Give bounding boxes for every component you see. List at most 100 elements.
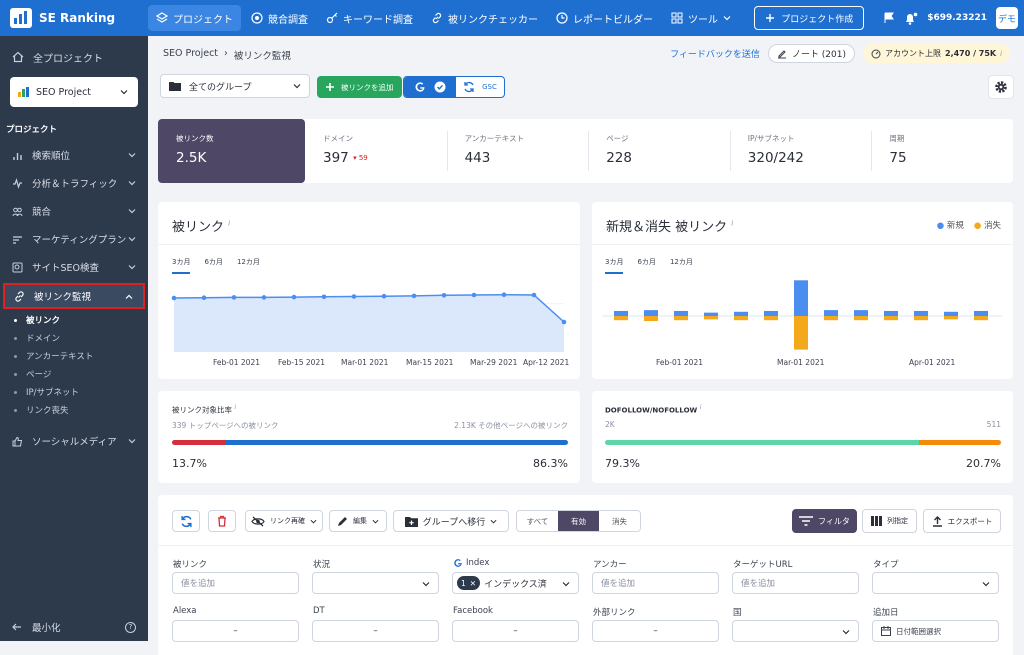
filter-anchor-input[interactable]: 値を追加 — [592, 572, 719, 594]
breadcrumb-separator: › — [224, 48, 228, 59]
sidebar-item-social-media[interactable]: ソーシャルメディア — [0, 427, 148, 455]
create-project-button[interactable]: プロジェクト作成 — [754, 6, 865, 30]
gsc-connect-button[interactable]: GSC — [403, 76, 505, 98]
dofollow-nofollow-card: DOFOLLOW/NOFOLLOW i 2K 511 79.3% 20.7% — [592, 391, 1013, 483]
bullet-icon — [14, 336, 17, 340]
filter-facebook-range[interactable]: – — [452, 620, 579, 642]
sidebar-sub-lost-links[interactable]: リンク喪失 — [0, 401, 148, 419]
sidebar-item-rankings[interactable]: 検索順位 — [0, 141, 148, 169]
data-point — [321, 294, 327, 300]
bar-lost — [794, 316, 808, 350]
filter-dt-range[interactable]: – — [312, 620, 439, 642]
filter-date-range[interactable]: 日付範囲選択 — [872, 620, 999, 642]
seg-lost[interactable]: 消失 — [599, 511, 640, 531]
sidebar-sub-domains[interactable]: ドメイン — [0, 329, 148, 347]
filter-target-url-input[interactable]: 値を追加 — [732, 572, 859, 594]
chevron-down-icon — [723, 16, 731, 21]
tab-6-months[interactable]: 6カ月 — [637, 257, 655, 274]
sidebar-item-analytics[interactable]: 分析＆トラフィック — [0, 169, 148, 197]
nav-tools[interactable]: ツール — [663, 5, 739, 31]
filter-alexa-range[interactable]: – — [172, 620, 299, 642]
filter-country-select[interactable] — [732, 620, 859, 642]
sidebar-item-backlink-monitor[interactable]: 被リンク監視 — [3, 283, 145, 309]
stat-backlinks[interactable]: 被リンク数 2.5K — [158, 119, 305, 183]
google-icon — [454, 559, 462, 567]
filter-type-select[interactable] — [872, 572, 999, 594]
data-point — [501, 292, 507, 297]
sidebar-sub-anchors[interactable]: アンカーテキスト — [0, 347, 148, 365]
nav-backlink-checker[interactable]: 被リンクチェッカー — [423, 5, 546, 31]
legend-label: 消失 — [983, 221, 1001, 231]
delete-button[interactable] — [208, 510, 236, 532]
filter-button[interactable]: フィルタ — [792, 509, 857, 533]
avatar[interactable]: デモ — [996, 7, 1018, 29]
table-divider — [158, 545, 1013, 546]
filter-chip[interactable]: 1 ✕ — [457, 576, 481, 590]
account-balance[interactable]: $699.23221 — [927, 13, 987, 23]
bar-lost — [854, 316, 868, 321]
project-selector[interactable]: SEO Project — [10, 77, 138, 107]
account-limit-badge[interactable]: アカウント上限 2,470 / 75K i — [863, 44, 1010, 63]
add-backlink-label: 被リンクを追加 — [341, 82, 394, 92]
help-icon[interactable]: ? — [125, 621, 136, 633]
sidebar-sub-ip-subnets[interactable]: IP/サブネット — [0, 383, 148, 401]
notes-button[interactable]: ノート (201) — [767, 44, 855, 63]
export-button[interactable]: エクスポート — [923, 509, 1001, 533]
data-point — [201, 295, 207, 300]
filter-index-select[interactable]: 1 ✕ インデックス済 — [452, 572, 579, 594]
edit-dropdown[interactable]: 編集 — [329, 510, 387, 532]
nav-report-builder[interactable]: レポートビルダー — [548, 5, 661, 31]
nav-label: プロジェクト — [173, 14, 233, 26]
brand-logo[interactable]: SE Ranking — [0, 0, 148, 36]
legend-item-new[interactable]: ● 新規 — [937, 219, 964, 231]
nav-projects[interactable]: プロジェクト — [148, 5, 241, 31]
flag-icon[interactable] — [883, 12, 895, 24]
stat-domains[interactable]: ドメイン 397 ▾ 59 — [305, 119, 447, 183]
settings-button[interactable] — [988, 75, 1014, 99]
close-icon[interactable]: ✕ — [470, 579, 476, 588]
group-selector[interactable]: 全てのグループ — [160, 74, 310, 98]
sidebar-sub-backlinks[interactable]: 被リンク — [0, 311, 148, 329]
status-dropdown[interactable]: リンク再確 — [245, 510, 323, 532]
move-to-group-dropdown[interactable]: グループへ移行 — [393, 510, 509, 532]
stat-pages[interactable]: ページ 228 — [588, 119, 730, 183]
feedback-link[interactable]: フィードバックを送信 — [670, 47, 760, 60]
nav-competitor-research[interactable]: 競合調査 — [243, 5, 316, 31]
sidebar-sub-pages[interactable]: ページ — [0, 365, 148, 383]
seg-active[interactable]: 有効 — [558, 511, 599, 531]
nav-keyword-research[interactable]: キーワード調査 — [318, 5, 421, 31]
stat-label: ページ — [606, 134, 629, 143]
refresh-button[interactable] — [172, 510, 200, 532]
sort-icon — [13, 235, 22, 244]
stat-ip-subnets[interactable]: IP/サブネット 320/242 — [729, 119, 872, 183]
nav-label: 競合調査 — [268, 14, 308, 26]
sidebar-item-competitors[interactable]: 競合 — [0, 197, 148, 225]
sidebar-all-projects[interactable]: 全プロジェクト — [0, 39, 148, 75]
filter-external-links-range[interactable]: – — [592, 620, 719, 642]
gsc-segment: GSC — [456, 81, 504, 93]
x-axis-label: Mar-01 2021 — [341, 358, 389, 367]
stat-cycle[interactable]: 周期 75 — [871, 119, 1013, 183]
legend-item-lost[interactable]: ● 消失 — [974, 219, 1001, 231]
sidebar-item-marketing-plan[interactable]: マーケティングプラン — [0, 225, 148, 253]
filter-status-select[interactable] — [312, 572, 439, 594]
main-content: SEO Project › 被リンク監視 フィードバックを送信 ノート (201… — [148, 36, 1024, 655]
sidebar-minimize[interactable]: 最小化 ? — [0, 619, 148, 635]
card-divider — [592, 244, 1013, 245]
x-axis-label: Mar-15 2021 — [406, 358, 454, 367]
stat-label: アンカーテキスト — [464, 134, 525, 143]
filter-backlink-input[interactable]: 値を追加 — [172, 572, 299, 594]
bell-icon[interactable] — [904, 12, 918, 25]
columns-button[interactable]: 列指定 — [862, 509, 917, 533]
sidebar-item-site-audit[interactable]: サイトSEO検査 — [0, 253, 148, 281]
chevron-down-icon — [128, 237, 136, 242]
stat-anchors[interactable]: アンカーテキスト 443 — [446, 119, 589, 183]
tab-12-months[interactable]: 12カ月 — [670, 257, 693, 274]
add-backlink-button[interactable]: 被リンクを追加 — [317, 76, 402, 98]
breadcrumb-project[interactable]: SEO Project — [163, 48, 218, 62]
seg-all[interactable]: すべて — [517, 511, 558, 531]
tab-3-months[interactable]: 3カ月 — [605, 257, 624, 274]
stat-value: 443 — [464, 150, 491, 166]
bullet-icon — [14, 354, 17, 358]
users-icon — [12, 207, 23, 216]
